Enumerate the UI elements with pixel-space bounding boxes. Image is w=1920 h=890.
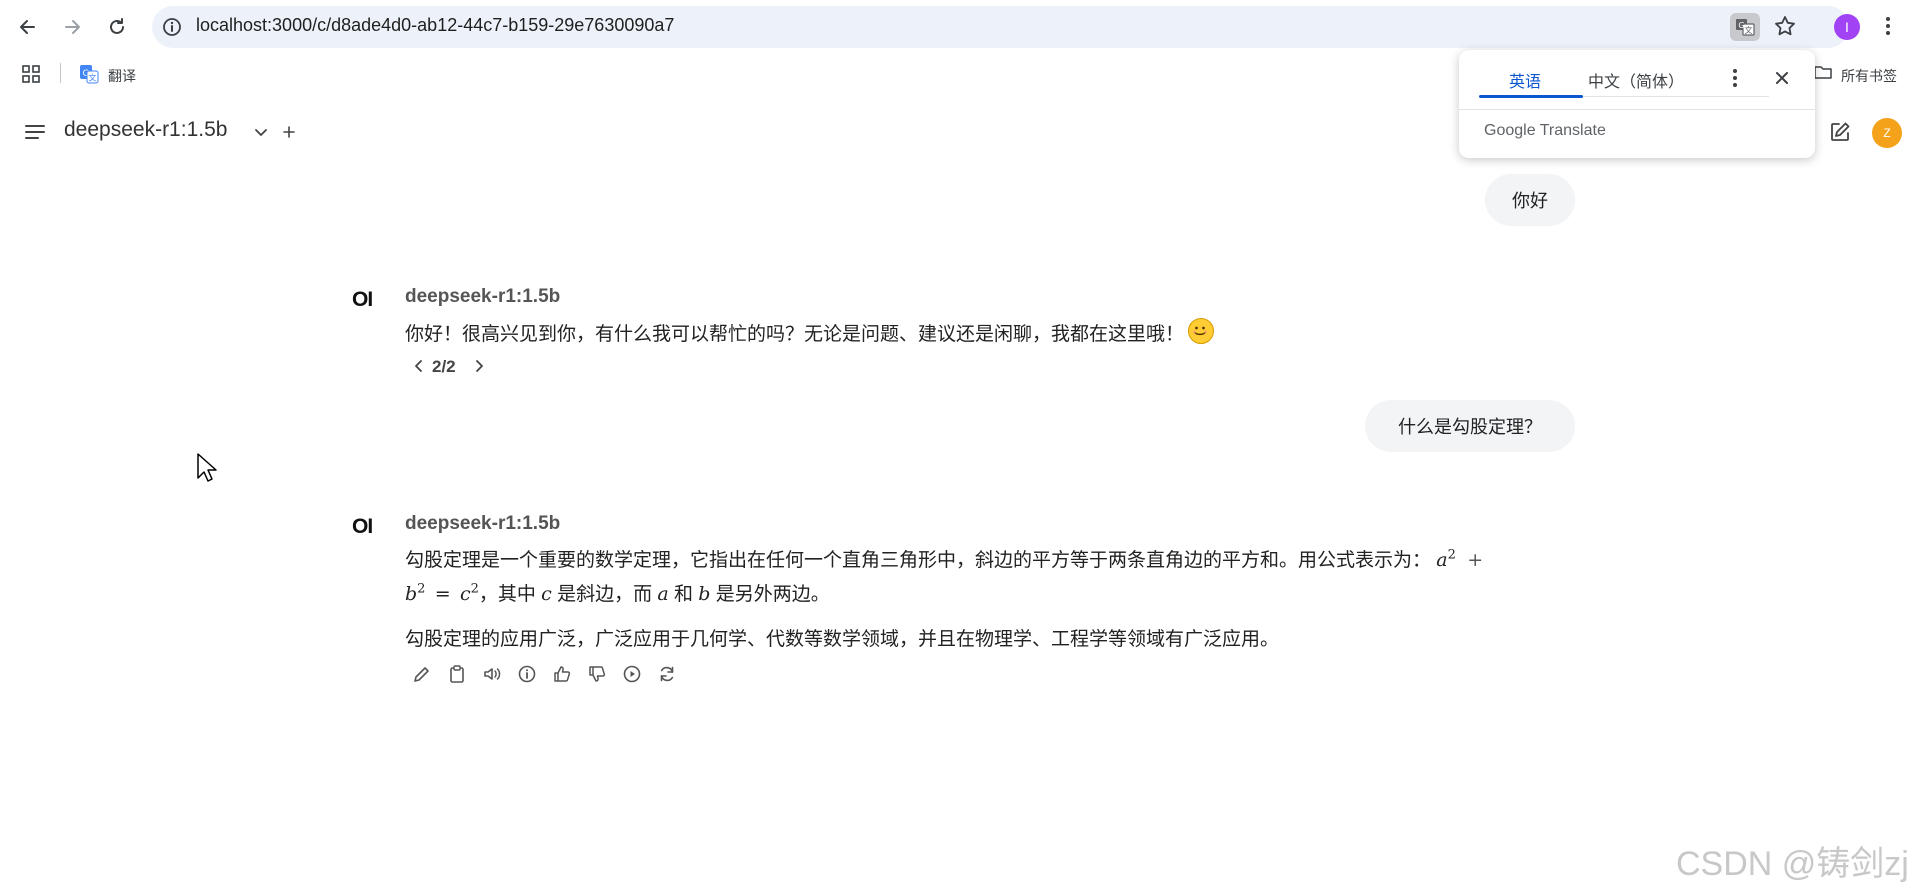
forward-icon[interactable] xyxy=(56,11,88,43)
answer-text: 和 xyxy=(668,584,699,605)
apps-grid-icon[interactable] xyxy=(21,64,41,84)
info-icon[interactable] xyxy=(515,662,539,686)
folder-icon[interactable] xyxy=(1814,64,1832,80)
user-message-bubble: 什么是勾股定理？ xyxy=(1365,400,1575,452)
assistant-logo: OI xyxy=(352,288,373,311)
assistant-answer-line-2: b2 = c2，其中 c 是斜边，而 a 和 b 是另外两边。 xyxy=(405,579,830,606)
add-model-icon[interactable] xyxy=(281,124,297,140)
model-selector[interactable]: deepseek-r1:1.5b xyxy=(64,118,227,142)
math-plus: + xyxy=(1467,549,1484,571)
pager-next-icon[interactable] xyxy=(472,358,486,374)
svg-text:文: 文 xyxy=(89,73,97,83)
reload-icon[interactable] xyxy=(101,11,133,43)
user-avatar[interactable]: Z xyxy=(1872,118,1902,148)
assistant-message-text: 你好！很高兴见到你，有什么我可以帮忙的吗？无论是问题、建议还是闲聊，我都在这里哦… xyxy=(405,318,1215,346)
mouse-cursor-icon xyxy=(196,452,218,484)
google-translate-bookmark-icon[interactable]: G文 xyxy=(79,64,99,84)
math-exponent: 2 xyxy=(1447,547,1456,563)
assistant-answer-paragraph-2: 勾股定理的应用广泛，广泛应用于几何学、代数等数学领域，并且在物理学、工程学等领域… xyxy=(405,629,1280,650)
translate-options-icon[interactable] xyxy=(1731,67,1739,89)
tab-target-language[interactable]: 中文（简体） xyxy=(1588,68,1684,92)
math-exponent: 2 xyxy=(470,581,479,597)
user-message-bubble: 你好 xyxy=(1485,174,1575,226)
url-text[interactable]: localhost:3000/c/d8ade4d0-ab12-44c7-b159… xyxy=(196,15,674,36)
bookmarks-divider xyxy=(60,63,61,83)
assistant-name: deepseek-r1:1.5b xyxy=(405,513,561,534)
answer-text: 是斜边，而 xyxy=(551,584,658,605)
translate-popup: 英语 中文（简体） Google Translate xyxy=(1459,50,1815,158)
browser-profile-avatar[interactable]: I xyxy=(1834,14,1860,40)
pager-prev-icon[interactable] xyxy=(412,358,426,374)
active-tab-indicator xyxy=(1479,95,1583,98)
continue-play-icon[interactable] xyxy=(620,662,644,686)
copy-clipboard-icon[interactable] xyxy=(445,662,469,686)
popup-divider xyxy=(1459,109,1815,110)
assistant-logo: OI xyxy=(352,515,373,538)
regenerate-icon[interactable] xyxy=(655,662,679,686)
read-aloud-speaker-icon[interactable] xyxy=(480,662,504,686)
site-info-icon[interactable] xyxy=(162,17,182,37)
back-icon[interactable] xyxy=(12,11,44,43)
answer-text: 是另外两边。 xyxy=(710,584,830,605)
assistant-message-content: 你好！很高兴见到你，有什么我可以帮忙的吗？无论是问题、建议还是闲聊，我都在这里哦… xyxy=(405,324,1185,345)
answer-text: 勾股定理是一个重要的数学定理，它指出在任何一个直角三角形中，斜边的平方等于两条直… xyxy=(405,550,1432,571)
response-pager: 2/2 xyxy=(432,357,456,376)
math-exponent: 2 xyxy=(417,581,426,597)
tab-underline xyxy=(1583,96,1769,97)
smiling-face-emoji-icon xyxy=(1188,318,1215,344)
google-translate-brand: Google Translate xyxy=(1484,122,1606,139)
translate-page-icon[interactable]: 文G xyxy=(1730,13,1760,41)
math-c: c xyxy=(459,583,471,605)
bookmark-star-icon[interactable] xyxy=(1773,14,1797,38)
assistant-answer-line-1: 勾股定理是一个重要的数学定理，它指出在任何一个直角三角形中，斜边的平方等于两条直… xyxy=(405,545,1483,572)
sidebar-menu-icon[interactable] xyxy=(24,123,46,141)
tab-source-language[interactable]: 英语 xyxy=(1509,68,1541,92)
assistant-name: deepseek-r1:1.5b xyxy=(405,286,561,307)
browser-menu-icon[interactable] xyxy=(1884,14,1892,38)
math-b: b xyxy=(405,583,418,605)
translate-bookmark-label[interactable]: 翻译 xyxy=(108,66,136,86)
chevron-down-icon[interactable] xyxy=(253,124,269,140)
new-chat-icon[interactable] xyxy=(1828,120,1852,144)
math-a: a xyxy=(657,583,669,605)
watermark: CSDN @铸剑zj xyxy=(1676,845,1909,883)
close-icon[interactable] xyxy=(1774,70,1790,86)
all-bookmarks-label[interactable]: 所有书签 xyxy=(1841,66,1897,86)
thumbs-up-icon[interactable] xyxy=(550,662,574,686)
answer-text: ，其中 xyxy=(478,584,542,605)
math-equals: = xyxy=(434,583,451,605)
edit-pencil-icon[interactable] xyxy=(410,662,434,686)
math-a: a xyxy=(1436,549,1448,571)
math-b: b xyxy=(698,583,711,605)
math-c: c xyxy=(541,583,552,605)
svg-text:文: 文 xyxy=(1745,25,1753,35)
svg-text:G: G xyxy=(1738,21,1744,30)
thumbs-down-icon[interactable] xyxy=(585,662,609,686)
